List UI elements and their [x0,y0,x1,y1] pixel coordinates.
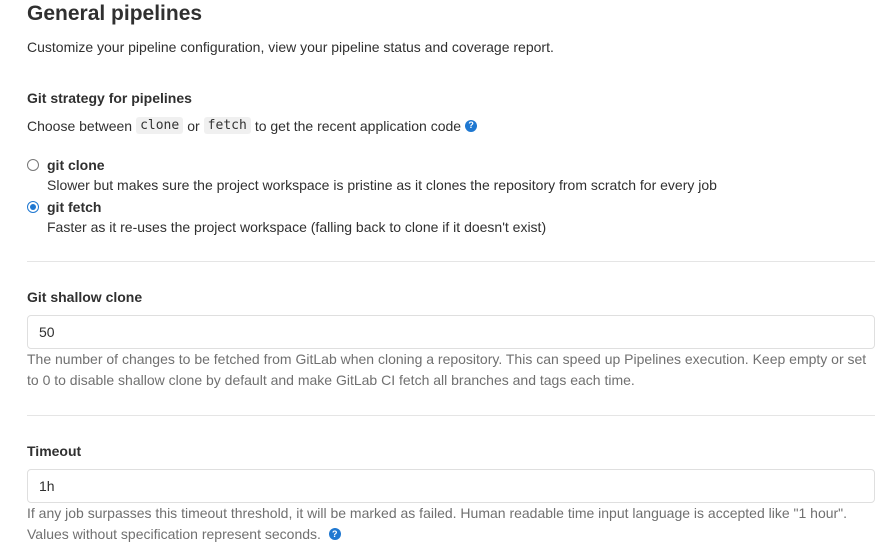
shallow-clone-help: The number of changes to be fetched from… [27,351,867,388]
git-strategy-description: Choose between clone or fetch to get the… [27,117,478,134]
shallow-clone-input[interactable] [27,315,875,349]
page-title: General pipelines [27,2,203,25]
section-divider [27,415,875,416]
question-circle-icon[interactable]: ? [328,528,341,541]
timeout-help: If any job surpasses this timeout thresh… [27,503,875,545]
radio-button-git-fetch[interactable] [27,201,39,213]
git-strategy-desc-or: or [187,117,200,134]
code-clone: clone [136,117,184,134]
shallow-clone-label: Git shallow clone [27,289,143,305]
page-subtitle: Customize your pipeline configuration, v… [27,39,554,55]
radio-label-git-fetch[interactable]: git fetch [47,199,101,215]
git-strategy-label: Git strategy for pipelines [27,90,192,106]
timeout-label: Timeout [27,443,82,459]
radio-help-git-fetch: Faster as it re-uses the project workspa… [47,219,547,235]
radio-git-clone[interactable]: git clone [27,157,105,173]
timeout-input[interactable] [27,469,875,503]
radio-label-git-clone[interactable]: git clone [47,157,105,173]
git-strategy-desc-prefix: Choose between [27,117,133,134]
git-strategy-desc-suffix: to get the recent application code [254,117,462,134]
timeout-help-text: If any job surpasses this timeout thresh… [27,505,848,542]
code-fetch: fetch [203,117,251,134]
radio-git-fetch[interactable]: git fetch [27,199,101,215]
radio-help-git-clone: Slower but makes sure the project worksp… [47,177,717,193]
radio-button-git-clone[interactable] [27,159,39,171]
question-circle-icon[interactable]: ? [465,119,478,132]
section-divider [27,261,875,262]
